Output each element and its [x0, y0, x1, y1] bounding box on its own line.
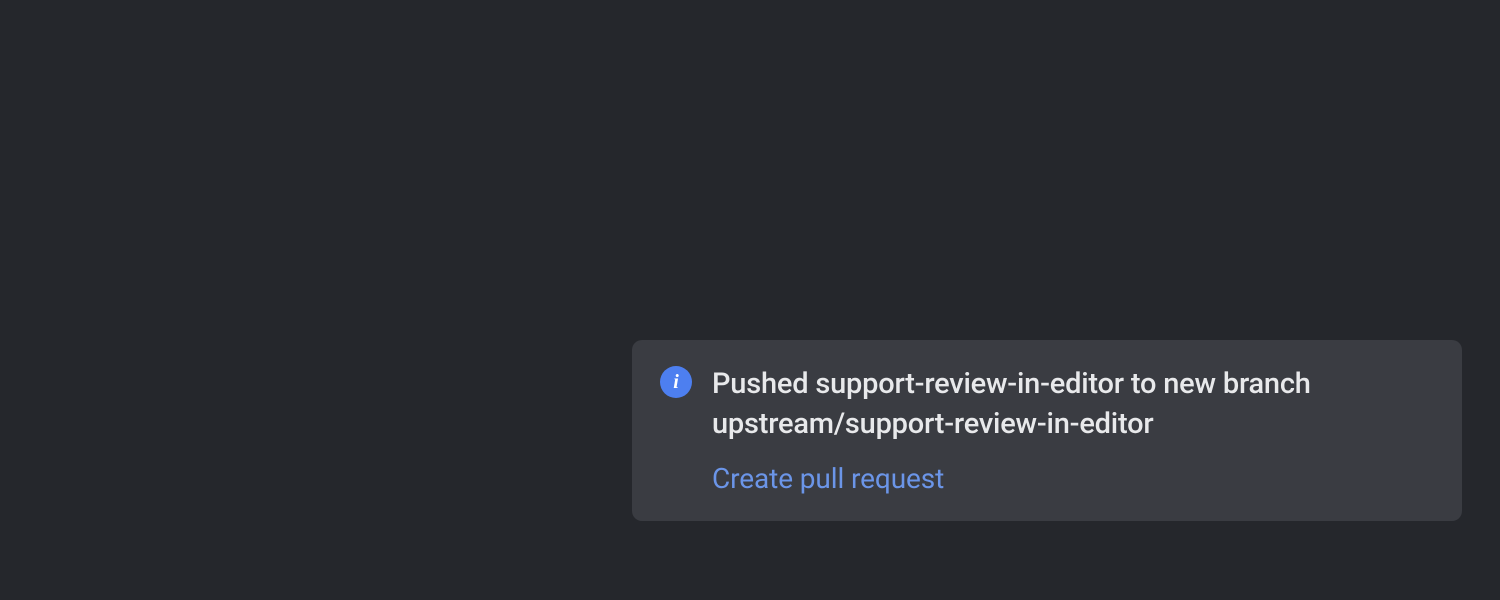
- notification-message: Pushed support-review-in-editor to new b…: [712, 364, 1434, 444]
- notification-toast: i Pushed support-review-in-editor to new…: [632, 340, 1462, 521]
- info-icon-glyph: i: [673, 372, 679, 392]
- create-pull-request-link[interactable]: Create pull request: [712, 462, 1434, 495]
- info-icon: i: [660, 366, 692, 398]
- notification-content: Pushed support-review-in-editor to new b…: [712, 364, 1434, 495]
